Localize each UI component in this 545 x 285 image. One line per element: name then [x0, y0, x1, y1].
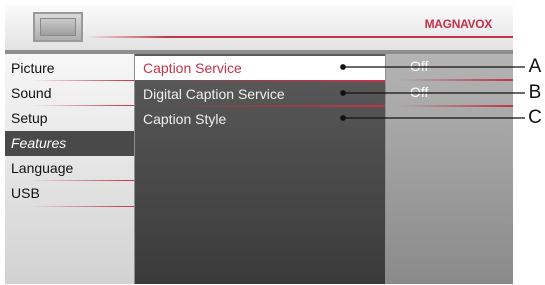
- features-submenu: Caption Service Digital Caption Service …: [135, 54, 385, 284]
- values-divider: [386, 79, 513, 81]
- menu-item-sound[interactable]: Sound: [5, 81, 134, 106]
- menu-item-label: Language: [11, 160, 74, 176]
- menu-item-language[interactable]: Language: [5, 156, 134, 181]
- caption-service-value: Off: [410, 58, 429, 74]
- callout-label-a: A: [528, 56, 542, 77]
- tv-menu-screen: MAGNAVOX Picture Sound Setup Features La…: [5, 4, 513, 284]
- digital-caption-service-value: Off: [410, 84, 429, 100]
- menu-item-label: Picture: [11, 60, 55, 76]
- submenu-item-label: Caption Service: [143, 60, 242, 76]
- tv-icon: [33, 12, 83, 42]
- menu-item-label: Sound: [11, 85, 52, 101]
- menu-divider: [5, 206, 134, 207]
- submenu-item-caption-service[interactable]: Caption Service: [135, 56, 385, 80]
- main-menu: Picture Sound Setup Features Language US…: [5, 54, 134, 284]
- submenu-item-label: Digital Caption Service: [143, 86, 285, 102]
- values-divider: [386, 105, 513, 107]
- menu-item-label: USB: [11, 185, 40, 201]
- submenu-item-digital-caption-service[interactable]: Digital Caption Service: [135, 82, 385, 106]
- header-divider: [85, 36, 513, 38]
- menu-item-label: Features: [11, 135, 67, 151]
- menu-item-usb[interactable]: USB: [5, 181, 134, 206]
- submenu-item-label: Caption Style: [143, 111, 227, 127]
- menu-item-features[interactable]: Features: [5, 131, 134, 156]
- brand-logo: MAGNAVOX: [424, 17, 493, 31]
- submenu-item-caption-style[interactable]: Caption Style: [135, 107, 385, 131]
- menu-item-label: Setup: [11, 110, 48, 126]
- menu-header: MAGNAVOX: [5, 4, 513, 50]
- menu-item-setup[interactable]: Setup: [5, 106, 134, 131]
- callout-label-b: B: [528, 82, 542, 103]
- menu-item-picture[interactable]: Picture: [5, 56, 134, 81]
- callout-label-c: C: [528, 107, 542, 128]
- values-column: Off Off: [386, 54, 513, 284]
